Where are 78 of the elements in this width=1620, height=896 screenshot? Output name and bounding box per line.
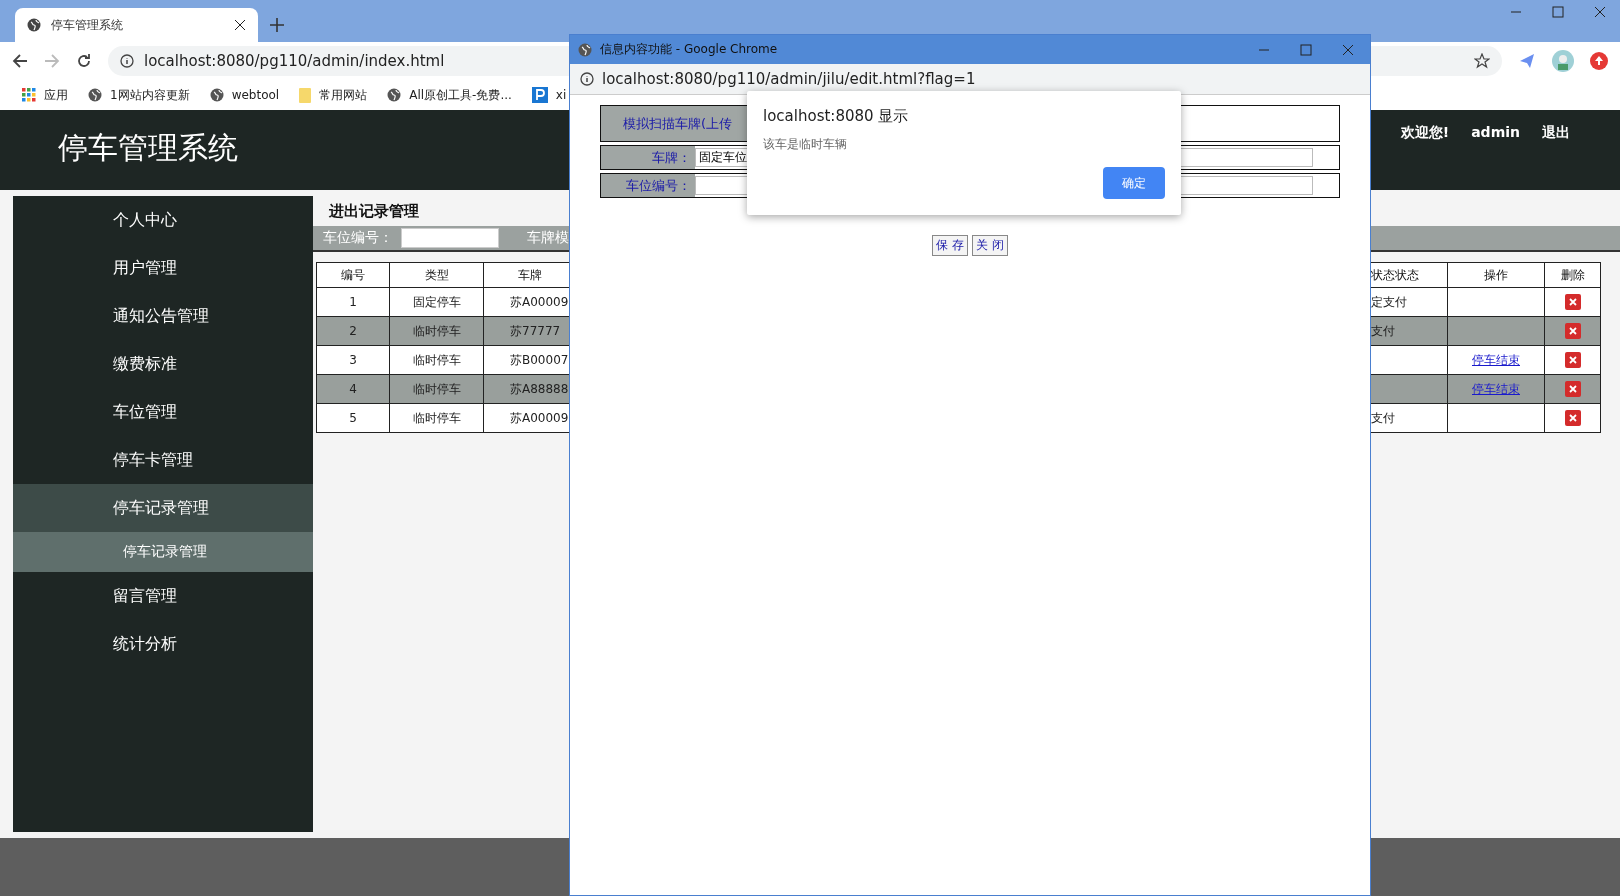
form-button[interactable]: 保 存 [932, 235, 968, 256]
bookmark-link[interactable]: 应用 [44, 86, 68, 104]
welcome-text: 欢迎您! [1400, 124, 1450, 142]
globe-icon [88, 88, 102, 102]
table-cell: 5 [316, 403, 390, 433]
form-label: 车牌： [601, 146, 695, 169]
ok-button[interactable]: 确定 [1103, 167, 1165, 199]
input-field[interactable] [401, 228, 499, 248]
upload-icon[interactable] [1590, 52, 1608, 70]
reload-icon[interactable] [76, 53, 92, 69]
alert-title: localhost:8080 显示 [763, 107, 910, 126]
apps-grid-icon [22, 88, 36, 102]
delete-button[interactable] [1564, 323, 1581, 339]
url-text: localhost:8080/pg110/admin/jilu/edit.html?flag=1 [602, 70, 976, 88]
bookmark-link[interactable]: 1网站内容更新 [110, 86, 190, 104]
filter-label: 车位编号： [323, 229, 393, 247]
delete-button[interactable] [1564, 410, 1581, 426]
parking-logo-icon [531, 87, 548, 103]
table-cell: 1 [316, 287, 390, 317]
section-title: 进出记录管理 [328, 200, 420, 222]
filter-label: 车牌模 [527, 229, 569, 247]
sidebar-item[interactable]: 停车记录管理 [13, 484, 313, 532]
bookmark-link[interactable]: webtool [231, 88, 280, 102]
logout-link[interactable]: 退出 [1542, 124, 1570, 142]
bookmark-link[interactable]: 常用网站 [319, 86, 368, 104]
x-icon [1568, 327, 1577, 335]
url-text: localhost:8080/pg110/admin/index.html [144, 52, 445, 70]
tab-title: 停车管理系统 [51, 16, 124, 34]
table-cell: 固定停车 [389, 287, 484, 317]
delete-button[interactable] [1564, 294, 1581, 310]
folder-icon [299, 87, 312, 103]
sidebar-item[interactable]: 留言管理 [13, 572, 313, 620]
x-icon [1568, 414, 1577, 422]
sidebar-item[interactable]: 统计分析 [13, 620, 313, 668]
sidebar-item[interactable]: 车位管理 [13, 388, 313, 436]
globe-icon [387, 88, 402, 102]
info-icon [120, 54, 134, 68]
bookmark-link[interactable]: All原创工具-免费... [409, 86, 512, 104]
delete-button[interactable] [1564, 352, 1581, 368]
username: admin [1471, 124, 1520, 142]
sidebar-subitem[interactable]: 停车记录管理 [13, 532, 313, 572]
sidebar-item[interactable]: 个人中心 [13, 196, 313, 244]
column-header: 删除 [1544, 262, 1601, 288]
table-cell: 临时停车 [389, 374, 484, 404]
close-icon[interactable] [234, 19, 246, 31]
sidebar-item[interactable]: 缴费标准 [13, 340, 313, 388]
table-cell: 临时停车 [389, 403, 484, 433]
popup-title: 信息内容功能 - Google Chrome [600, 41, 779, 58]
table-cell: 4 [316, 374, 390, 404]
globe-icon [209, 88, 224, 102]
site-globe-icon [27, 18, 41, 32]
delete-button[interactable] [1564, 381, 1581, 397]
sidebar-item[interactable]: 停车卡管理 [13, 436, 313, 484]
table-cell: 临时停车 [389, 345, 484, 375]
x-icon [1568, 356, 1577, 364]
column-header: 编号 [316, 262, 390, 288]
bookmark-link[interactable]: xi [555, 88, 567, 102]
avatar-icon[interactable] [1552, 50, 1574, 72]
close-icon[interactable] [1594, 6, 1606, 18]
form-label: 车位编号： [601, 174, 695, 197]
column-header: 操作 [1447, 262, 1545, 288]
table-cell: 2 [316, 316, 390, 346]
site-globe-icon [578, 42, 592, 57]
x-icon [1568, 385, 1577, 393]
column-header: 类型 [389, 262, 484, 288]
sidebar-item[interactable]: 用户管理 [13, 244, 313, 292]
back-icon[interactable] [12, 53, 28, 69]
x-icon [1568, 298, 1577, 306]
maximize-icon[interactable] [1552, 6, 1564, 18]
info-icon [580, 72, 594, 86]
maximize-icon[interactable] [1300, 43, 1312, 56]
form-button[interactable]: 关 闭 [972, 235, 1008, 256]
table-cell: 临时停车 [389, 316, 484, 346]
star-icon[interactable] [1474, 53, 1490, 69]
sidebar-item[interactable]: 通知公告管理 [13, 292, 313, 340]
site-title: 停车管理系统 [58, 128, 238, 167]
browser-tab[interactable]: 停车管理系统 [15, 8, 258, 42]
table-cell: 3 [316, 345, 390, 375]
